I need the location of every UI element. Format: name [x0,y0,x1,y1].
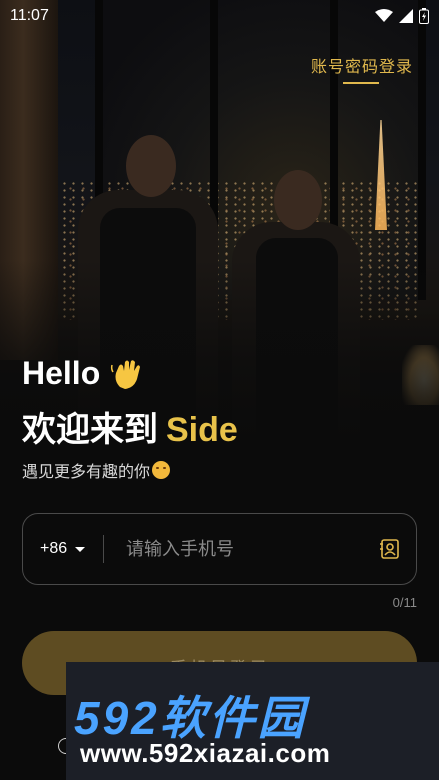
hello-text: Hello [22,355,101,391]
welcome-heading: 欢迎来到 Side [22,402,238,451]
account-password-login-link[interactable]: 账号密码登录 [311,53,413,77]
status-time: 11:07 [10,7,49,24]
waving-hand-icon [111,359,141,389]
person-head [126,135,176,197]
wifi-icon [375,9,393,22]
smiley-icon [152,461,171,479]
status-icons [375,8,429,24]
contact-card-icon [380,539,399,559]
window-frame [418,0,426,300]
hello-heading: Hello [22,355,144,392]
char-counter: 0/11 [392,595,417,610]
country-code-selector[interactable]: +86 [23,540,103,558]
phone-input[interactable] [104,514,364,584]
person-head [274,170,322,230]
brand-name: Side [166,411,238,449]
active-tab-underline [343,82,379,84]
phone-field: +86 [22,513,417,585]
contacts-button[interactable] [364,514,416,584]
signal-icon [399,9,413,23]
welcome-prefix: 欢迎来到 [22,411,158,449]
chevron-down-icon [75,546,86,552]
subtitle: 遇见更多有趣的你 [22,458,171,482]
battery-icon [419,8,429,24]
subtitle-text: 遇见更多有趣的你 [22,464,151,481]
status-bar: 11:07 [0,0,439,32]
country-code: +86 [40,540,68,557]
watermark-url: www.592xiazai.com [80,738,331,768]
